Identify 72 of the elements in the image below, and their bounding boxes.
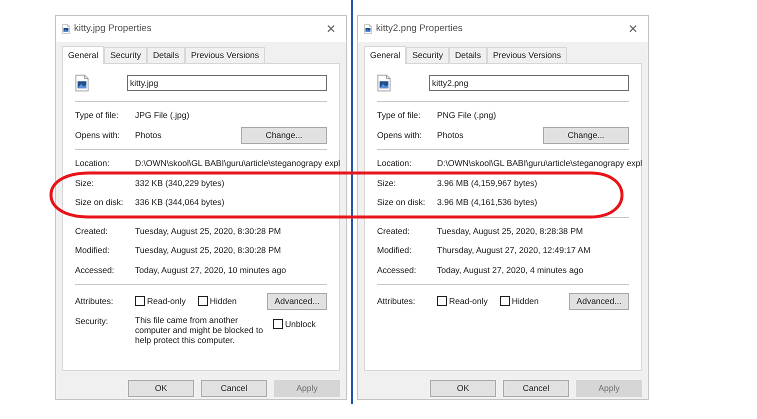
tab[interactable]: Security — [104, 47, 147, 63]
field-value: D:\OWN\skool\GL BABI\guru\article\steganograpy expl — [135, 157, 340, 170]
field-value: JPG File (.jpg) — [135, 109, 190, 122]
field-label: Created: — [75, 224, 109, 238]
dialog-button[interactable]: Cancel — [201, 380, 267, 397]
tab[interactable]: General — [62, 46, 104, 64]
field-value: Today, August 27, 2020, 4 minutes ago — [437, 264, 584, 277]
checkbox[interactable] — [198, 296, 208, 306]
checkbox[interactable] — [273, 319, 283, 330]
field-value: Photos — [437, 128, 464, 142]
field-label: Location: — [377, 157, 412, 170]
field-value: PNG File (.png) — [437, 109, 498, 122]
image-file-icon — [377, 74, 391, 92]
field-label: Type of file: — [75, 109, 120, 122]
field-value: Today, August 27, 2020, 10 minutes ago — [135, 264, 288, 277]
window-title: kitty2.png Properties — [376, 22, 464, 36]
field-label: Opens with: — [377, 128, 423, 142]
image-file-icon — [62, 24, 70, 34]
tab[interactable]: Previous Versions — [486, 47, 567, 63]
field-label: Opens with: — [75, 128, 121, 142]
field-label: Location: — [75, 157, 110, 170]
change-button[interactable]: Change... — [543, 126, 629, 144]
image-file-icon — [364, 24, 372, 34]
field-label: Size: — [75, 176, 95, 190]
checkbox[interactable] — [135, 296, 145, 306]
checkbox-label[interactable]: Read-only — [449, 294, 488, 308]
dialog-button[interactable]: OK — [430, 380, 496, 397]
field-value: 3.96 MB (4,159,967 bytes) — [437, 176, 538, 190]
dialog-button[interactable]: OK — [128, 380, 194, 397]
tab[interactable]: Security — [406, 47, 449, 63]
field-value: 3.96 MB (4,161,536 bytes) — [437, 196, 538, 210]
field-value: D:\OWN\skool\GL BABI\guru\article\steganograpy expl — [437, 157, 642, 170]
checkbox-label[interactable]: Hidden — [210, 294, 237, 308]
field-value: 336 KB (344,064 bytes) — [135, 196, 226, 210]
change-button[interactable]: Change... — [241, 126, 327, 144]
field-label: Attributes: — [75, 294, 114, 308]
checkbox-label[interactable]: Read-only — [147, 294, 186, 308]
checkbox-label[interactable]: Hidden — [512, 294, 539, 308]
field-label: Modified: — [75, 244, 110, 258]
tab[interactable]: General — [364, 46, 406, 64]
tab[interactable]: Previous Versions — [184, 47, 265, 63]
file-name-field[interactable]: kitty.jpg — [127, 74, 327, 90]
field-value: 332 KB (340,229 bytes) — [135, 176, 226, 190]
checkbox-label[interactable]: Unblock — [285, 318, 316, 331]
checkbox[interactable] — [500, 296, 510, 306]
field-label: Size on disk: — [377, 196, 426, 210]
field-label: Attributes: — [377, 294, 416, 308]
tab[interactable]: Details — [448, 47, 487, 63]
field-label: Modified: — [377, 244, 412, 258]
field-label: Accessed: — [75, 264, 116, 277]
field-label: Accessed: — [377, 264, 418, 277]
field-value: Tuesday, August 25, 2020, 8:30:28 PM — [135, 244, 282, 258]
checkbox[interactable] — [437, 296, 447, 306]
security-message: This file came from another computer and might be blocked to help protect this computer. — [135, 315, 264, 345]
field-value: Tuesday, August 25, 2020, 8:28:38 PM — [437, 224, 584, 238]
field-label: Size: — [377, 176, 397, 190]
field-label: Size on disk: — [75, 196, 124, 210]
file-name-field[interactable]: kitty2.png — [429, 74, 629, 90]
field-value: Thursday, August 27, 2020, 12:49:17 AM — [437, 244, 592, 258]
image-file-icon — [75, 74, 89, 92]
field-label: Security: — [75, 315, 110, 328]
close-button[interactable]: ✕ — [628, 20, 638, 38]
close-button[interactable]: ✕ — [326, 20, 336, 38]
field-value: Tuesday, August 25, 2020, 8:30:28 PM — [135, 224, 282, 238]
tab[interactable]: Details — [146, 47, 185, 63]
dialog-button[interactable]: Cancel — [503, 380, 569, 397]
field-value: Photos — [135, 128, 162, 142]
field-label: Created: — [377, 224, 411, 238]
advanced-button[interactable]: Advanced... — [267, 292, 327, 310]
field-label: Type of file: — [377, 109, 422, 122]
advanced-button[interactable]: Advanced... — [569, 292, 629, 310]
window-title: kitty.jpg Properties — [74, 22, 152, 36]
